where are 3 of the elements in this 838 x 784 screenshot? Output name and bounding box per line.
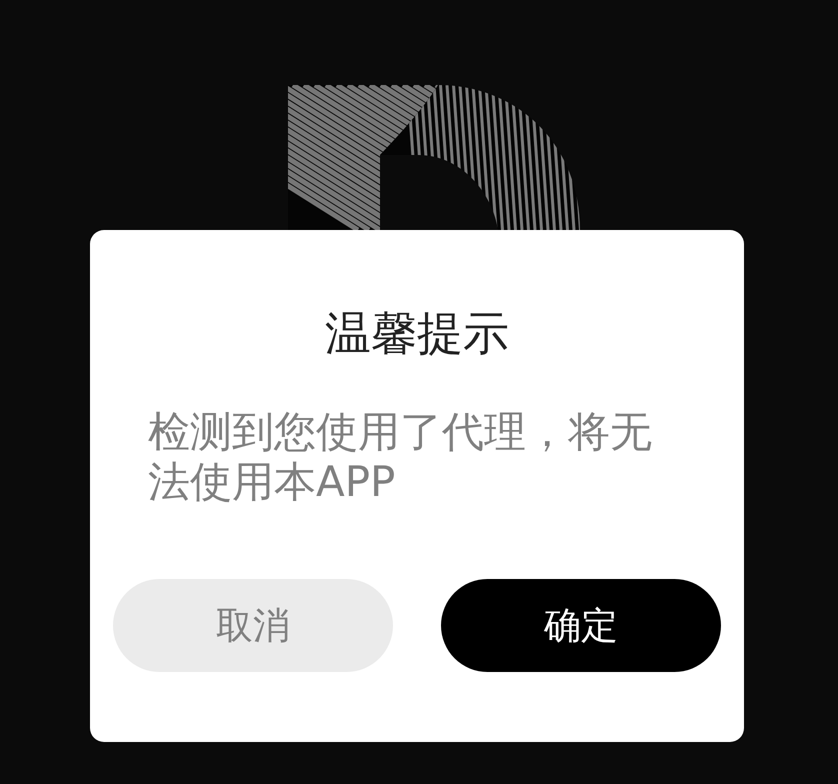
dialog-message: 检测到您使用了代理，将无法使用本APP (148, 407, 653, 507)
confirm-button[interactable]: 确定 (441, 579, 721, 672)
dialog-title: 温馨提示 (325, 305, 509, 361)
